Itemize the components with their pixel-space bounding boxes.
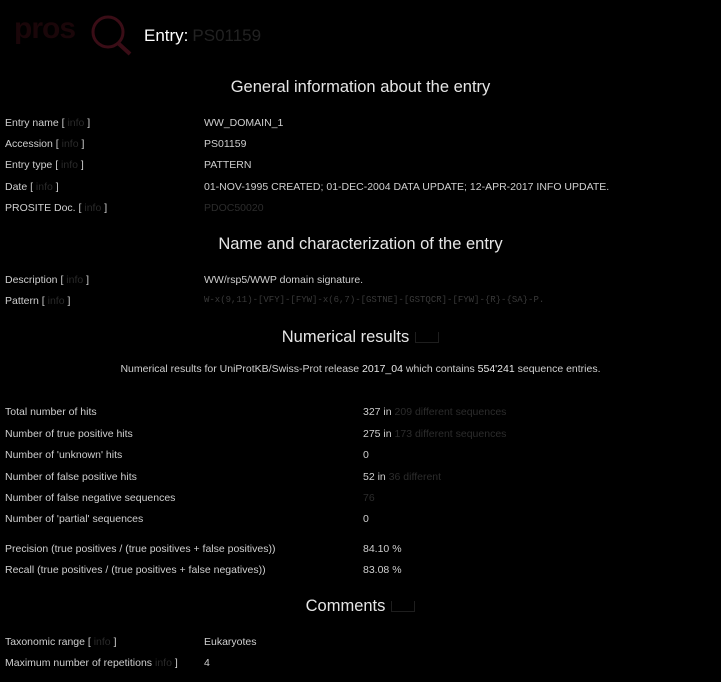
field-label: Number of true positive hits <box>5 428 133 440</box>
field-label: Accession [ info ] <box>5 138 85 150</box>
help-link[interactable]: info <box>81 202 104 214</box>
sequence-link[interactable]: 76 <box>363 492 375 504</box>
entries-count: 554'241 <box>477 363 515 375</box>
help-link[interactable]: info <box>91 636 114 648</box>
sequence-link[interactable]: 209 different sequences <box>392 406 507 418</box>
field-label: Maximum number of repetitions info ] <box>5 657 178 669</box>
field-label: Entry type [ info ] <box>5 159 84 171</box>
numerical-summary: Numerical results for UniProtKB/Swiss-Pr… <box>120 363 601 375</box>
field-value: 327 in 209 different sequences <box>363 406 507 418</box>
field-value: 76 <box>363 492 375 504</box>
logo-text: pros <box>14 12 75 45</box>
field-label: Entry name [ info ] <box>5 117 91 129</box>
entry-accession: PS01159 <box>192 26 262 45</box>
field-label: Taxonomic range [ info ] <box>5 636 117 648</box>
field-label: Number of 'partial' sequences <box>5 513 144 525</box>
field-label: Pattern [ info ] <box>5 295 71 307</box>
field-value: 4 <box>204 657 210 669</box>
field-value[interactable]: PDOC50020 <box>204 202 264 214</box>
page-title: Entry: PS01159 <box>144 26 261 46</box>
help-link[interactable]: info <box>59 138 82 150</box>
entry-label: Entry: <box>144 26 189 45</box>
field-label: Number of false negative sequences <box>5 492 176 504</box>
field-value: 83.08 % <box>363 564 402 576</box>
field-value: 0 <box>363 513 369 525</box>
help-link[interactable]: info <box>65 117 88 129</box>
general-info-heading: General information about the entry <box>230 78 491 96</box>
field-value: WW_DOMAIN_1 <box>204 117 284 129</box>
field-label: Precision (true positives / (true positi… <box>5 543 276 555</box>
field-value: WW/rsp5/WWP domain signature. <box>204 274 364 286</box>
sequence-link[interactable]: 36 different <box>386 471 441 483</box>
help-link[interactable]: info <box>45 295 68 307</box>
numerical-results-heading: Numerical results <box>0 328 721 347</box>
sequence-link[interactable]: 173 different sequences <box>392 428 507 440</box>
help-link[interactable]: info <box>63 274 86 286</box>
field-label: Number of false positive hits <box>5 471 137 483</box>
field-value: 275 in 173 different sequences <box>363 428 507 440</box>
field-label: Number of 'unknown' hits <box>5 449 123 461</box>
help-link[interactable] <box>415 332 440 344</box>
help-link[interactable]: info <box>152 657 175 669</box>
field-value: 84.10 % <box>363 543 402 555</box>
field-value: W-x(9,11)-[VFY]-[FYW]-x(6,7)-[GSTNE]-[GS… <box>204 295 545 305</box>
help-link[interactable]: info <box>58 159 81 171</box>
field-value: Eukaryotes <box>204 636 257 648</box>
field-value: PS01159 <box>204 138 247 150</box>
field-label: Date [ info ] <box>5 181 59 193</box>
help-link[interactable] <box>391 601 416 613</box>
characterization-heading: Name and characterization of the entry <box>218 235 503 253</box>
field-label: PROSITE Doc. [ info ] <box>5 202 108 214</box>
field-value: 0 <box>363 449 369 461</box>
field-value: PATTERN <box>204 159 252 171</box>
field-label: Total number of hits <box>5 406 97 418</box>
field-label: Description [ info ] <box>5 274 90 286</box>
release-value: 2017_04 <box>362 363 403 375</box>
comments-heading: Comments <box>0 597 721 616</box>
prosite-logo[interactable]: pros <box>14 8 134 56</box>
field-value: 01-NOV-1995 CREATED; 01-DEC-2004 DATA UP… <box>204 181 610 193</box>
field-value: 52 in 36 different <box>363 471 442 483</box>
field-label: Recall (true positives / (true positives… <box>5 564 266 576</box>
help-link[interactable]: info <box>33 181 56 193</box>
